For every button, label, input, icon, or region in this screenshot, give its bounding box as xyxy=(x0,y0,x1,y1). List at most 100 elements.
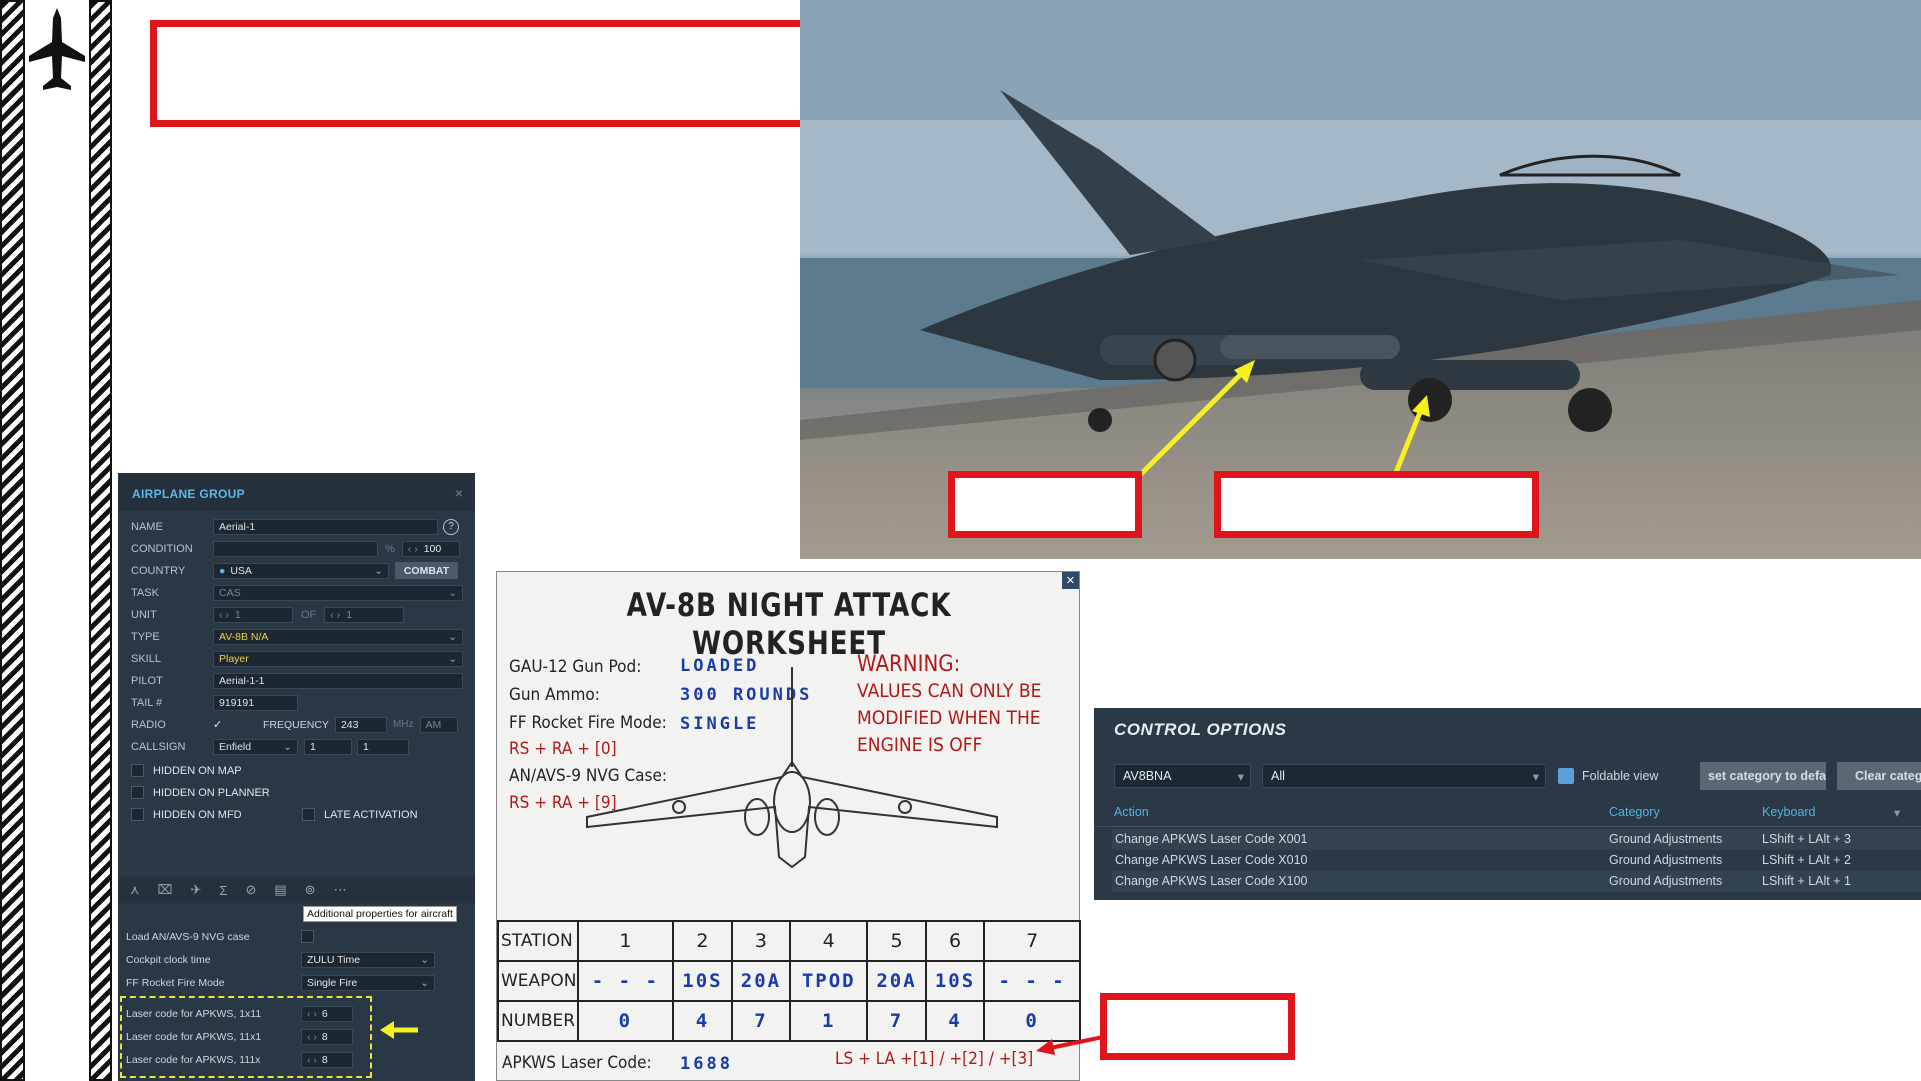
category-filter-select[interactable]: All ▾ xyxy=(1262,764,1546,788)
payload-icon[interactable]: ⌧ xyxy=(158,882,173,898)
combat-button[interactable]: COMBAT xyxy=(395,562,458,579)
station-cell: 3 xyxy=(730,920,792,962)
skill-select[interactable]: Player ⌄ xyxy=(213,650,463,667)
close-icon[interactable]: × xyxy=(455,485,463,501)
gun-pod-callout-box xyxy=(948,471,1142,538)
reset-category-button[interactable]: set category to defa xyxy=(1700,762,1826,790)
chevron-down-icon: ▾ xyxy=(1532,770,1539,784)
station-cell: 2 xyxy=(672,920,733,962)
station-cell: 5 xyxy=(866,920,927,962)
aircraft-icon[interactable]: ✈ xyxy=(191,882,202,898)
more-icon[interactable]: ⋯ xyxy=(334,882,347,898)
weapon-label: WEAPON xyxy=(497,960,579,1002)
laser-arrow-icon xyxy=(380,1021,418,1039)
close-icon[interactable]: ✕ xyxy=(1062,572,1079,589)
worksheet-title: AV-8B NIGHT ATTACK WORKSHEET xyxy=(626,586,952,662)
laser1-value: 6 xyxy=(321,1007,328,1020)
panel-toolbar: ⋏ ⌧ ✈ Σ ⊘ ▤ ⊚ ⋯ xyxy=(118,877,475,903)
unit-value: 1 xyxy=(234,608,241,621)
weapon-cell: TPOD xyxy=(789,960,869,1002)
hidden-on-mfd-checkbox[interactable] xyxy=(131,808,144,821)
condition-unit: % xyxy=(385,542,395,555)
station-row: STATION 1 2 3 4 5 6 7 xyxy=(497,920,1081,962)
apkws-keys: LS + LA +[1] / +[2] / +[3] xyxy=(835,1049,1034,1069)
weapon-cell: - - - xyxy=(576,960,675,1002)
unit-of-value: 1 xyxy=(346,608,353,621)
pilot-field[interactable]: Aerial-1-1 xyxy=(213,672,463,689)
foldable-view-checkbox[interactable] xyxy=(1558,768,1574,784)
callsign-label: CALLSIGN xyxy=(131,740,186,753)
control-options-panel: CONTROL OPTIONS AV8BNA ▾ All ▾ Foldable vi… xyxy=(1094,708,1921,900)
laser3-label: Laser code for APKWS, 111x xyxy=(126,1053,261,1066)
laser1-stepper[interactable]: ‹ › 6 xyxy=(301,1005,353,1022)
apkws-label: APKWS Laser Code: xyxy=(502,1053,652,1073)
laser2-value: 8 xyxy=(321,1030,328,1043)
unit-of-stepper[interactable]: ‹ › 1 xyxy=(324,606,405,623)
callsign-select[interactable]: Enfield ⌄ xyxy=(213,738,298,755)
frequency-field[interactable]: 243 xyxy=(334,716,387,733)
weapon-cell: 10S xyxy=(672,960,733,1002)
help-icon[interactable]: ? xyxy=(443,518,459,535)
country-dot-icon: ● xyxy=(219,564,226,577)
table-row[interactable]: Change APKWS Laser Code X100 Ground Adjus… xyxy=(1112,871,1921,892)
country-select[interactable]: ● USA ⌄ xyxy=(213,562,389,579)
callsign-number-2[interactable]: 1 xyxy=(357,738,409,755)
clock-select[interactable]: ZULU Time ⌄ xyxy=(301,951,435,968)
category-column-header[interactable]: Category xyxy=(1609,805,1660,819)
late-activation-checkbox[interactable] xyxy=(302,808,315,821)
laser1-label: Laser code for APKWS, 1x11 xyxy=(126,1007,262,1020)
foldable-view-label: Foldable view xyxy=(1582,769,1659,783)
laser2-label: Laser code for APKWS, 11x1 xyxy=(126,1030,262,1043)
name-label: NAME xyxy=(131,520,163,533)
hidden-on-planner-label: HIDDEN ON PLANNER xyxy=(153,786,270,799)
number-cell: 0 xyxy=(576,1000,675,1042)
laser2-stepper[interactable]: ‹ › 8 xyxy=(301,1028,353,1045)
task-select[interactable]: CAS ⌄ xyxy=(213,584,463,601)
nvg-case-callout-box xyxy=(1214,471,1539,538)
skill-label: SKILL xyxy=(131,652,161,665)
station-cell: 4 xyxy=(789,920,869,962)
properties-icon[interactable]: ▤ xyxy=(274,882,286,898)
row-category: Ground Adjustments xyxy=(1609,874,1723,888)
laser3-stepper[interactable]: ‹ › 8 xyxy=(301,1051,353,1068)
keyboard-column-header[interactable]: Keyboard xyxy=(1762,805,1816,819)
chevron-down-icon: ⌄ xyxy=(448,652,457,665)
route-icon[interactable]: ⋏ xyxy=(130,882,140,898)
country-value: USA xyxy=(230,564,252,577)
rocket-select[interactable]: Single Fire ⌄ xyxy=(301,974,435,991)
tail-field[interactable]: 919191 xyxy=(213,694,298,711)
modulation-select[interactable]: AM xyxy=(419,716,458,733)
clear-category-button[interactable]: Clear categ xyxy=(1837,762,1921,790)
stepper-arrows-icon: ‹ › xyxy=(407,542,418,555)
name-field[interactable]: Aerial-1 xyxy=(213,518,438,535)
photo-arrows xyxy=(1138,360,1430,477)
left-border-stripe xyxy=(0,0,25,1081)
hidden-on-map-checkbox[interactable] xyxy=(131,764,144,777)
row-action: Change APKWS Laser Code X100 xyxy=(1115,874,1308,888)
task-label: TASK xyxy=(131,586,159,599)
of-label: OF xyxy=(301,608,317,621)
unit-label: UNIT xyxy=(131,608,157,621)
radio-icon[interactable]: ⊚ xyxy=(305,882,316,898)
filter-value: All xyxy=(1271,769,1285,783)
unit-stepper[interactable]: ‹ › 1 xyxy=(213,606,293,623)
hidden-on-planner-checkbox[interactable] xyxy=(131,786,144,799)
callsign-number-1[interactable]: 1 xyxy=(304,738,352,755)
condition-stepper[interactable]: ‹ › 100 xyxy=(401,540,460,557)
radio-checkbox[interactable]: ✓ xyxy=(213,718,227,731)
failures-icon[interactable]: ⊘ xyxy=(245,882,256,898)
laser3-value: 8 xyxy=(321,1053,328,1066)
row-category: Ground Adjustments xyxy=(1609,832,1723,846)
row-keyboard: LShift + LAlt + 1 xyxy=(1762,874,1851,888)
panel-title: AIRPLANE GROUP xyxy=(118,473,475,511)
station-label: STATION xyxy=(497,920,579,962)
type-select[interactable]: AV-8B N/A ⌄ xyxy=(213,628,463,645)
aircraft-select[interactable]: AV8BNA ▾ xyxy=(1114,764,1251,788)
apkws-arrow xyxy=(1036,1034,1109,1055)
table-row[interactable]: Change APKWS Laser Code X010 Ground Adjus… xyxy=(1112,850,1921,871)
summary-icon[interactable]: Σ xyxy=(219,883,227,898)
condition-slider[interactable] xyxy=(213,540,378,557)
action-column-header[interactable]: Action xyxy=(1114,805,1149,819)
table-row[interactable]: Change APKWS Laser Code X001 Ground Adjus… xyxy=(1112,829,1921,850)
nvg-checkbox[interactable] xyxy=(301,930,314,943)
